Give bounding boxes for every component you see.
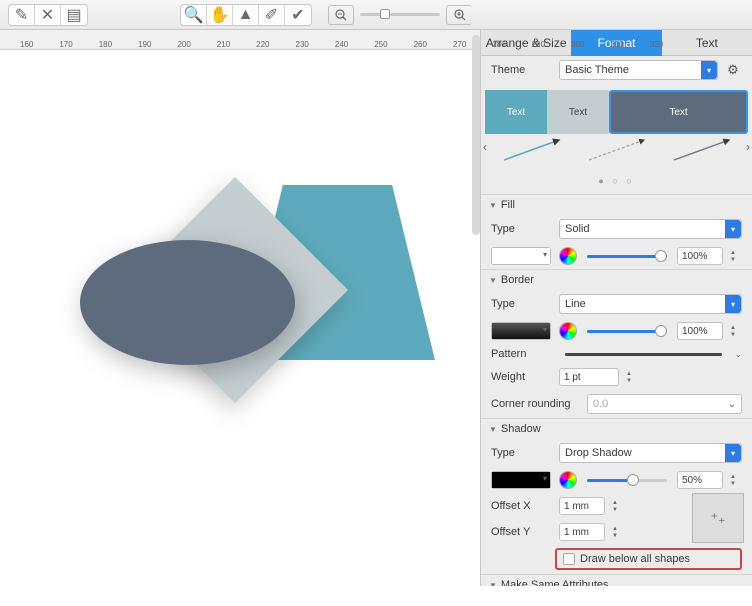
fill-opacity-slider[interactable] [587, 255, 667, 258]
color-wheel-icon[interactable] [559, 471, 577, 489]
canvas[interactable] [0, 30, 480, 586]
border-type-label: Type [491, 298, 553, 310]
offset-y-label: Offset Y [491, 526, 553, 538]
stamp-tool-icon[interactable]: ▲ [233, 5, 259, 25]
fill-type-label: Type [491, 223, 553, 235]
zoom-in-button[interactable] [446, 5, 472, 25]
weight-value[interactable]: 1 pt [559, 368, 619, 386]
preview-3-selected[interactable]: Text [609, 90, 748, 134]
fill-opacity-stepper[interactable]: ▲▼ [730, 247, 742, 265]
border-header[interactable]: Border [481, 270, 752, 290]
zoom-slider[interactable] [360, 13, 440, 16]
pencil-tool-icon[interactable]: ✎ [9, 5, 35, 25]
arrow-preview-3[interactable] [674, 140, 729, 160]
offset-y-stepper[interactable]: ▲▼ [612, 523, 624, 541]
shadow-type-label: Type [491, 447, 553, 459]
theme-label: Theme [491, 64, 553, 76]
offset-x-label: Offset X [491, 500, 553, 512]
weight-stepper[interactable]: ▲▼ [626, 368, 638, 386]
shadow-section: Shadow Type Drop Shadow 50% ▲▼ Offset X … [481, 418, 752, 570]
page-tool-icon[interactable]: ▤ [61, 5, 87, 25]
corner-select[interactable]: 0.0 [587, 394, 742, 414]
shadow-type-select[interactable]: Drop Shadow [559, 443, 742, 463]
border-opacity-stepper[interactable]: ▲▼ [730, 322, 742, 340]
draw-below-option[interactable]: Draw below all shapes [555, 548, 742, 570]
theme-row: Theme Basic Theme ⚙ [481, 56, 752, 84]
zoom-tool-icon[interactable]: 🔍 [181, 5, 207, 25]
zoom-slider-thumb[interactable] [380, 9, 390, 19]
border-section: Border Type Line 100% ▲▼ Pattern ⌄ Weigh… [481, 269, 752, 418]
pattern-preview [565, 353, 722, 356]
pattern-label: Pattern [491, 348, 553, 360]
border-color-swatch[interactable] [491, 322, 551, 340]
same-attributes-section: Make Same Attributes ◧Fill ⟋Border TText… [481, 574, 752, 586]
preview-1[interactable]: Text [485, 90, 547, 134]
main-area: 1601701801902002102202302402502602702802… [0, 30, 752, 586]
prev-preview-icon[interactable]: ‹ [483, 140, 487, 154]
corner-label: Corner rounding [491, 398, 581, 410]
offset-x-value[interactable]: 1 mm [559, 497, 605, 515]
next-preview-icon[interactable]: › [746, 140, 750, 154]
theme-select[interactable]: Basic Theme [559, 60, 718, 80]
wrench-tool-icon[interactable]: ✕ [35, 5, 61, 25]
arrow-preview-1[interactable] [504, 140, 559, 160]
view-tool-group: 🔍 ✋ ▲ ✐ ✔ [180, 4, 312, 26]
fill-section: Fill Type Solid 100% ▲▼ [481, 194, 752, 269]
vertical-scrollbar[interactable] [472, 35, 480, 235]
shadow-preview[interactable]: ⁺₊ [692, 493, 744, 543]
inspector-panel: Arrange & Size Format Text Theme Basic T… [480, 30, 752, 586]
fill-type-select[interactable]: Solid [559, 219, 742, 239]
shadow-header[interactable]: Shadow [481, 419, 752, 439]
canvas-area[interactable]: 1601701801902002102202302402502602702802… [0, 30, 480, 586]
hand-tool-icon[interactable]: ✋ [207, 5, 233, 25]
same-attr-header[interactable]: Make Same Attributes [481, 575, 752, 586]
shadow-color-swatch[interactable] [491, 471, 551, 489]
fill-color-swatch[interactable] [491, 247, 551, 265]
brush-tool-icon[interactable]: ✔ [285, 5, 311, 25]
shadow-opacity-value[interactable]: 50% [677, 471, 723, 489]
tab-text[interactable]: Text [662, 30, 752, 56]
zoom-control [328, 5, 472, 25]
draw-below-checkbox[interactable] [563, 553, 575, 565]
border-type-select[interactable]: Line [559, 294, 742, 314]
shape-ellipse[interactable] [80, 240, 295, 365]
color-wheel-icon[interactable] [559, 322, 577, 340]
preview-2[interactable]: Text [547, 90, 609, 134]
tool-group-1: ✎ ✕ ▤ [8, 4, 88, 26]
zoom-out-button[interactable] [328, 5, 354, 25]
draw-below-label: Draw below all shapes [580, 553, 690, 565]
offset-x-stepper[interactable]: ▲▼ [612, 497, 624, 515]
main-toolbar: ✎ ✕ ▤ 🔍 ✋ ▲ ✐ ✔ [0, 0, 752, 30]
fill-header[interactable]: Fill [481, 195, 752, 215]
arrow-preview-2[interactable] [589, 140, 644, 160]
gear-icon[interactable]: ⚙ [724, 61, 742, 79]
page-dots[interactable]: ● ○ ○ [481, 172, 752, 194]
offset-y-value[interactable]: 1 mm [559, 523, 605, 541]
color-wheel-icon[interactable] [559, 247, 577, 265]
shadow-opacity-stepper[interactable]: ▲▼ [730, 471, 742, 489]
fill-opacity-value[interactable]: 100% [677, 247, 723, 265]
weight-label: Weight [491, 371, 553, 383]
border-opacity-slider[interactable] [587, 330, 667, 333]
shadow-opacity-slider[interactable] [587, 479, 667, 482]
arrow-previews [489, 136, 744, 164]
eyedropper-tool-icon[interactable]: ✐ [259, 5, 285, 25]
pattern-dropdown-icon[interactable]: ⌄ [734, 349, 742, 360]
style-previews: Text Text Text [481, 84, 752, 134]
border-opacity-value[interactable]: 100% [677, 322, 723, 340]
